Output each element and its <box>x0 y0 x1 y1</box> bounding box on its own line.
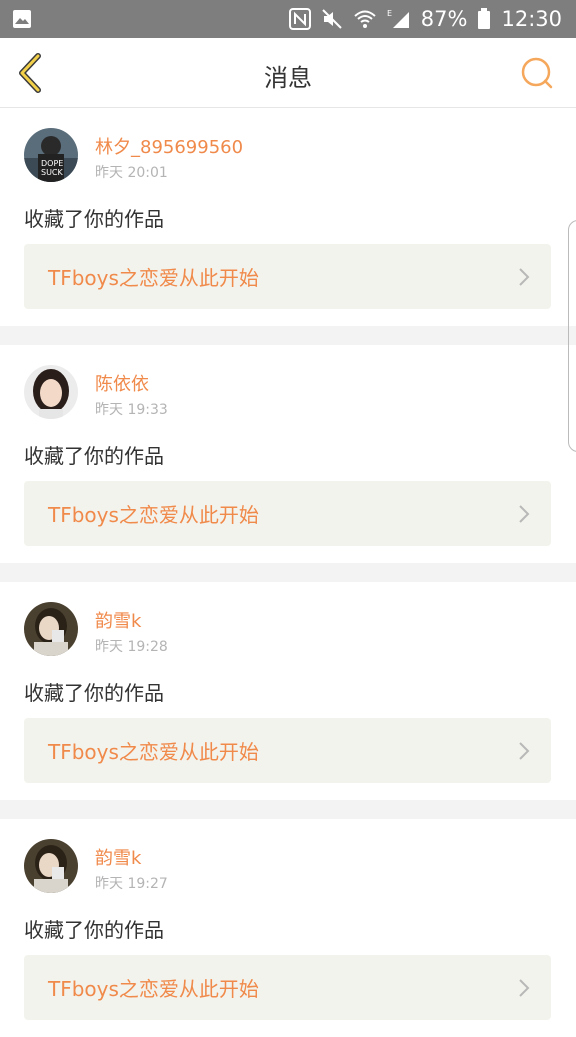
status-bar: E 87% 12:30 <box>0 0 576 38</box>
page-title: 消息 <box>264 64 312 92</box>
chevron-right-icon <box>519 505 530 523</box>
avatar[interactable] <box>24 365 78 419</box>
avatar[interactable] <box>24 839 78 893</box>
chevron-right-icon <box>519 268 530 286</box>
work-title: TFboys之恋爱从此开始 <box>48 503 259 527</box>
message-item: 韵雪k 昨天 19:28 收藏了你的作品 TFboys之恋爱从此开始 <box>0 582 576 800</box>
work-link[interactable]: TFboys之恋爱从此开始 <box>24 955 551 1020</box>
work-title: TFboys之恋爱从此开始 <box>48 740 259 764</box>
timestamp: 昨天 19:33 <box>95 402 168 418</box>
work-link[interactable]: TFboys之恋爱从此开始 <box>24 718 551 783</box>
message-list: DOPE SUCK 林夕_895699560 昨天 20:01 收藏了你的作品 … <box>0 108 576 1037</box>
header: 消息 <box>0 38 576 108</box>
work-title: TFboys之恋爱从此开始 <box>48 266 259 290</box>
divider <box>0 326 576 345</box>
avatar[interactable] <box>24 602 78 656</box>
divider <box>0 800 576 819</box>
timestamp: 昨天 20:01 <box>95 165 168 181</box>
nfc-icon <box>288 8 311 30</box>
action-text: 收藏了你的作品 <box>24 681 164 705</box>
message-item: 陈依依 昨天 19:33 收藏了你的作品 TFboys之恋爱从此开始 <box>0 345 576 563</box>
signal-icon: E <box>387 8 411 30</box>
battery-icon <box>477 8 491 30</box>
action-text: 收藏了你的作品 <box>24 444 164 468</box>
work-title: TFboys之恋爱从此开始 <box>48 977 259 1001</box>
divider <box>0 563 576 582</box>
username[interactable]: 韵雪k <box>95 844 141 870</box>
edge-panel-handle[interactable] <box>568 220 576 452</box>
search-button[interactable] <box>520 56 554 90</box>
work-link[interactable]: TFboys之恋爱从此开始 <box>24 244 551 309</box>
mute-icon <box>321 8 343 30</box>
clock: 12:30 <box>501 7 562 31</box>
chevron-right-icon <box>519 742 530 760</box>
timestamp: 昨天 19:28 <box>95 639 168 655</box>
message-item: 韵雪k 昨天 19:27 收藏了你的作品 TFboys之恋爱从此开始 <box>0 819 576 1037</box>
action-text: 收藏了你的作品 <box>24 918 164 942</box>
action-text: 收藏了你的作品 <box>24 207 164 231</box>
svg-text:E: E <box>387 9 392 18</box>
timestamp: 昨天 19:27 <box>95 876 168 892</box>
work-link[interactable]: TFboys之恋爱从此开始 <box>24 481 551 546</box>
svg-text:SUCK: SUCK <box>41 168 64 177</box>
message-item: DOPE SUCK 林夕_895699560 昨天 20:01 收藏了你的作品 … <box>0 108 576 326</box>
avatar[interactable]: DOPE SUCK <box>24 128 78 182</box>
svg-text:DOPE: DOPE <box>41 159 63 168</box>
image-icon <box>12 9 32 33</box>
username[interactable]: 韵雪k <box>95 607 141 633</box>
username[interactable]: 陈依依 <box>95 370 149 396</box>
search-icon <box>521 57 553 89</box>
battery-percent: 87% <box>420 7 468 31</box>
chevron-right-icon <box>519 979 530 997</box>
wifi-icon <box>353 8 377 30</box>
username[interactable]: 林夕_895699560 <box>95 133 243 159</box>
